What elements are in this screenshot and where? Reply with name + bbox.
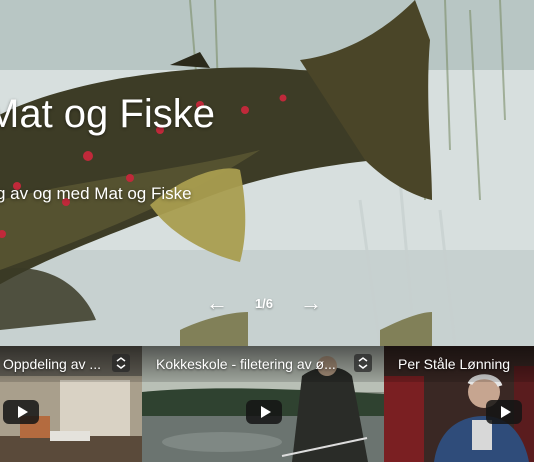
hero-banner: Mat og Fiske g av og med Mat og Fiske ← … <box>0 0 534 346</box>
watch-later-icon[interactable] <box>112 354 130 372</box>
play-button[interactable] <box>246 400 282 424</box>
arrow-left-icon[interactable]: ← <box>206 292 228 314</box>
watch-later-icon[interactable] <box>354 354 372 372</box>
slide-pager: ← 1/6 → <box>206 290 322 316</box>
video-title: Per Ståle Lønning <box>398 356 511 372</box>
play-button[interactable] <box>486 400 522 424</box>
video-strip: Oppdeling av ... Kokkeskole - filetering… <box>0 346 534 462</box>
slide-counter: 1/6 <box>254 295 274 311</box>
hero-subtitle: g av og med Mat og Fiske <box>0 184 192 203</box>
video-title: Kokkeskole - filetering av ø... <box>156 356 336 372</box>
video-title: Oppdeling av ... <box>3 356 102 372</box>
arrow-right-icon[interactable]: → <box>300 292 322 314</box>
video-card-1[interactable]: Oppdeling av ... <box>0 346 142 462</box>
play-button[interactable] <box>3 400 39 424</box>
hero-title: Mat og Fiske <box>0 92 215 136</box>
video-card-3[interactable]: Per Ståle Lønning <box>384 346 534 462</box>
video-card-2[interactable]: Kokkeskole - filetering av ø... <box>142 346 384 462</box>
